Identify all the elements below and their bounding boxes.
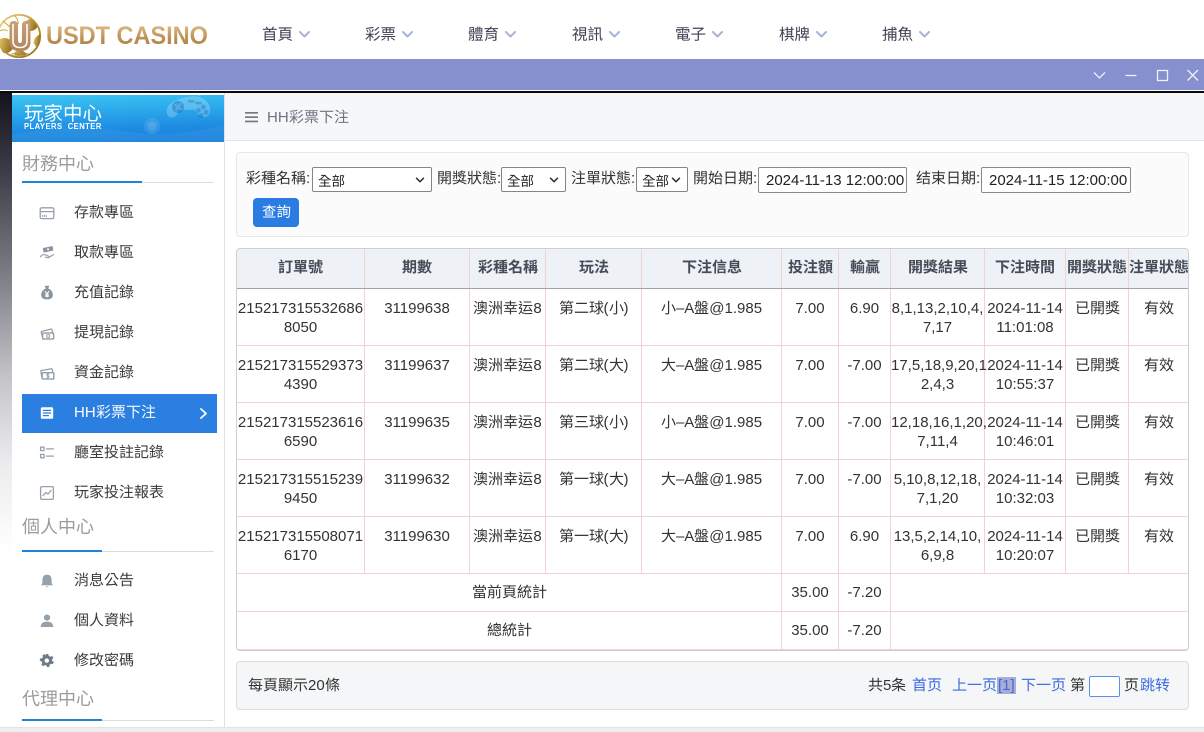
svg-text:casino: casino <box>11 52 29 58</box>
